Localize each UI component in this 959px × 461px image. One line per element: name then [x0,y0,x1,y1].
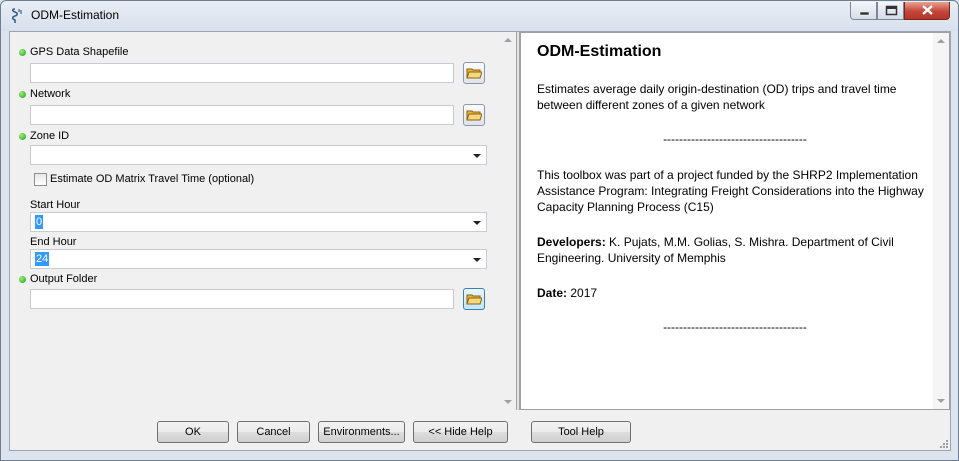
minimize-button[interactable] [850,2,877,20]
resize-grip-icon[interactable] [938,438,948,448]
close-button[interactable] [904,2,950,20]
scroll-up-arrow[interactable] [504,38,512,42]
ok-button[interactable]: OK [157,421,229,443]
close-icon [922,5,933,15]
output-browse-button[interactable] [463,288,485,310]
help-pane: ODM-Estimation Estimates average daily o… [520,32,950,410]
output-folder-input[interactable] [30,289,454,309]
title-bar[interactable]: ODM-Estimation [1,1,958,31]
chevron-down-icon [473,154,481,158]
required-indicator [19,49,26,56]
end-hour-dropdown[interactable]: 24 [30,249,487,269]
help-developers: Developers: K. Pujats, M.M. Golias, S. M… [537,235,894,265]
python-script-icon [11,8,22,23]
end-hour-label: End Hour [30,236,77,248]
gps-label: GPS Data Shapefile [30,46,129,58]
chevron-down-icon [473,221,481,225]
parameters-pane: GPS Data Shapefile Network Zone ID Estim… [10,32,516,410]
environments-button[interactable]: Environments... [318,421,405,443]
estimate-travel-time-checkbox[interactable] [34,173,47,186]
help-description: Estimates average daily origin-destinati… [537,82,897,112]
folder-open-icon [466,110,482,121]
dialog-client: GPS Data Shapefile Network Zone ID Estim… [9,31,951,451]
start-hour-dropdown[interactable]: 0 [30,212,487,232]
dialog-window: ODM-Estimation GPS Data Shapefile Networ… [0,0,959,461]
start-hour-label: Start Hour [30,199,81,211]
zone-id-dropdown[interactable] [30,145,487,165]
cancel-button[interactable]: Cancel [237,421,310,443]
parameters-scrollbar[interactable] [500,32,516,410]
output-folder-label: Output Folder [30,273,98,285]
minimize-icon [859,11,870,16]
network-input[interactable] [30,105,454,125]
estimate-travel-time-label: Estimate OD Matrix Travel Time (optional… [50,173,255,185]
hide-help-button[interactable]: << Hide Help [413,421,508,443]
folder-open-icon [466,68,482,79]
maximize-icon [885,5,898,16]
help-title: ODM-Estimation [537,43,662,60]
required-indicator [19,91,26,98]
scroll-up-arrow[interactable] [937,39,945,43]
chevron-down-icon [473,258,481,262]
required-indicator [19,133,26,140]
button-bar: OK Cancel Environments... << Hide Help T… [10,410,950,450]
help-funding: This toolbox was part of a project funde… [537,168,924,214]
tool-help-button[interactable]: Tool Help [531,421,631,443]
gps-data-input[interactable] [30,63,454,83]
network-browse-button[interactable] [463,104,485,126]
folder-open-icon [466,294,482,305]
required-indicator [19,276,26,283]
help-scrollbar[interactable] [933,33,949,409]
scroll-down-arrow[interactable] [937,399,945,403]
window-title: ODM-Estimation [31,8,120,22]
network-label: Network [30,88,71,100]
help-separator: ------------------------------------ [663,132,807,146]
maximize-button[interactable] [877,2,904,20]
help-date: Date: 2017 [537,286,598,300]
scroll-down-arrow[interactable] [504,400,512,404]
gps-browse-button[interactable] [463,62,485,84]
help-separator: ------------------------------------ [663,320,807,334]
zone-id-label: Zone ID [30,130,70,142]
